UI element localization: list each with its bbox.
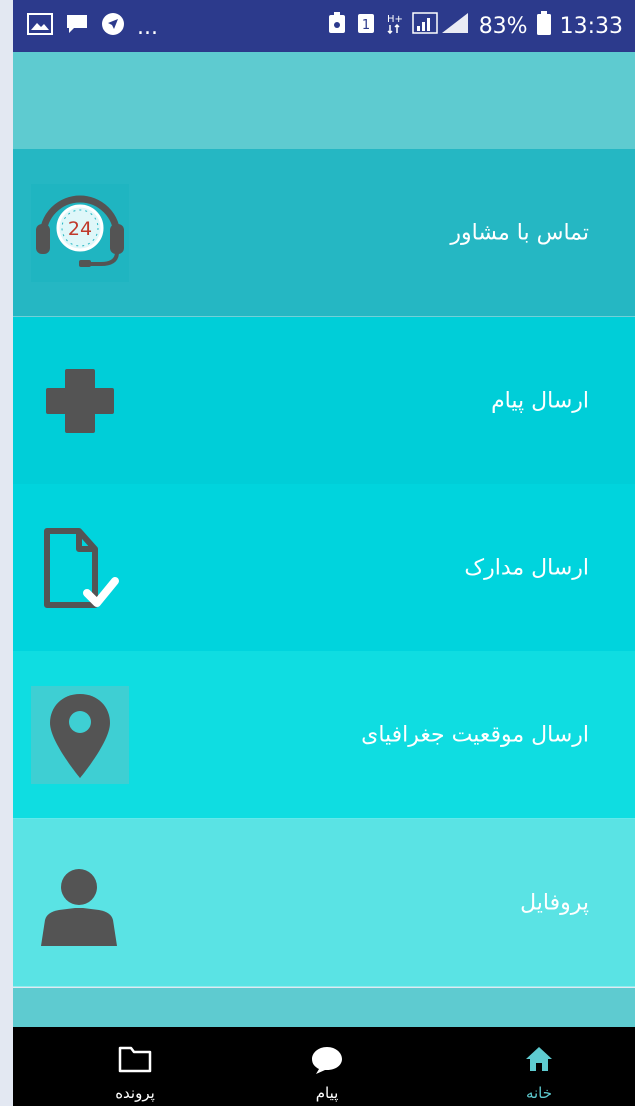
nav-item-message[interactable]: پیام: [267, 1027, 387, 1106]
nav-label-message: پیام: [315, 1084, 339, 1102]
status-bar-notifications: ...: [27, 12, 158, 42]
nav-label-home: خانه: [525, 1084, 553, 1102]
status-bar-system: 1 H+ 83% 13:33: [327, 11, 623, 41]
notification-overflow: ...: [137, 14, 158, 40]
battery-percent: 83%: [478, 13, 528, 39]
menu-label-send-documents: ارسال مدارک: [464, 555, 589, 580]
nav-label-file: پرونده: [115, 1084, 155, 1102]
bottom-navigation: پرونده پیام خانه: [13, 1027, 635, 1106]
signal-icon: [411, 12, 470, 40]
gallery-icon: [27, 13, 53, 41]
clock: 13:33: [559, 13, 623, 39]
document-check-icon: [31, 519, 129, 617]
menu-item-send-message[interactable]: ارسال پیام: [13, 317, 635, 485]
list-footer: [13, 988, 635, 1028]
menu-label-contact-advisor: تماس با مشاور: [450, 220, 589, 245]
app-bar: [13, 52, 635, 149]
menu-item-contact-advisor[interactable]: 24 تماس با مشاور: [13, 149, 635, 317]
svg-text:H+: H+: [387, 14, 403, 25]
medical-cross-icon: [31, 352, 129, 450]
menu-item-profile[interactable]: پروفایل: [13, 819, 635, 987]
headset-24-icon: 24: [31, 183, 129, 282]
menu-label-send-location: ارسال موقعیت جغرافیای: [361, 722, 589, 747]
navigation-icon: [101, 12, 125, 42]
chat-bubble-icon: [65, 13, 89, 41]
menu-item-send-location[interactable]: ارسال موقعیت جغرافیای: [13, 651, 635, 819]
nav-item-home[interactable]: خانه: [479, 1027, 599, 1106]
headset-badge: 24: [68, 218, 92, 240]
folder-icon: [118, 1046, 152, 1073]
home-icon: [526, 1047, 552, 1071]
menu-label-profile: پروفایل: [520, 890, 589, 915]
lock-battery-icon: [327, 12, 347, 40]
location-pin-icon: [31, 685, 129, 784]
chat-icon: [312, 1047, 342, 1074]
phone-screen: ... 1 H+ 83% 13:33 24 تماس با مشاور ارسا…: [13, 0, 635, 1106]
sim-1-icon: 1: [356, 12, 376, 40]
battery-icon: [536, 11, 551, 41]
menu-label-send-message: ارسال پیام: [491, 388, 589, 413]
user-profile-icon: [31, 854, 129, 952]
hplus-icon: H+: [385, 12, 403, 40]
menu-item-send-documents[interactable]: ارسال مدارک: [13, 484, 635, 652]
svg-text:1: 1: [362, 18, 370, 33]
nav-item-file[interactable]: پرونده: [75, 1027, 195, 1106]
status-bar: ... 1 H+ 83% 13:33: [13, 0, 635, 52]
